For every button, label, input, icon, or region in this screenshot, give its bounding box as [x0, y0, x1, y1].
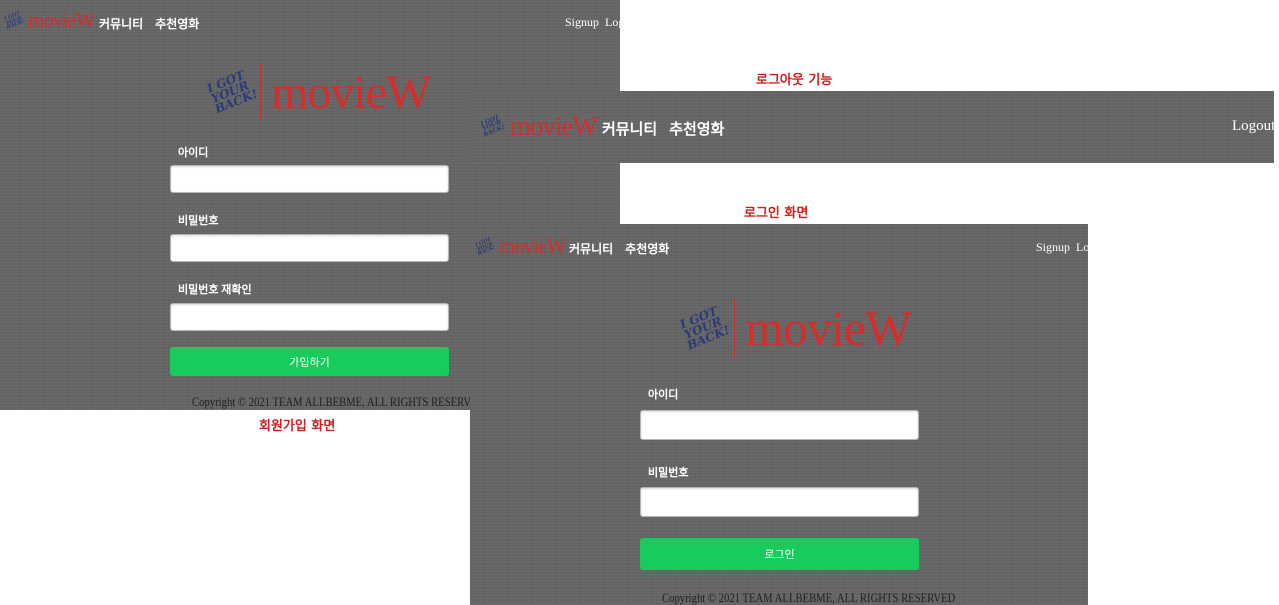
nav-menu: 커뮤니티 추천영화: [602, 118, 736, 139]
nav-auth-links: Signup Login: [565, 15, 620, 30]
hero-logo-signature: I GOT YOUR BACK!: [204, 67, 260, 116]
logo-text: movieW: [499, 234, 566, 258]
hero-logo-text: movieW: [271, 65, 431, 119]
id-label: 아이디: [178, 147, 209, 159]
hero-logo-signature: I GOT YOUR BACK!: [677, 303, 732, 352]
signup-button[interactable]: 가입하기: [170, 347, 449, 376]
nav-recommended-link[interactable]: 추천영화: [625, 242, 669, 256]
logo-divider: [260, 64, 261, 120]
nav-community-link[interactable]: 커뮤니티: [99, 17, 143, 31]
nav-recommended-link[interactable]: 추천영화: [669, 122, 724, 138]
logo-signature: I GOT YOUR BACK!: [474, 236, 497, 257]
nav-signup-link[interactable]: Signup: [565, 15, 599, 29]
nav-login-link[interactable]: Login: [1076, 240, 1088, 254]
login-button[interactable]: 로그인: [640, 538, 919, 570]
logo-signature: I GOT YOUR BACK!: [479, 114, 506, 139]
nav-community-link[interactable]: 커뮤니티: [602, 122, 657, 138]
password-label: 비밀번호: [648, 467, 689, 479]
caption-login: 로그인 화면: [744, 206, 809, 221]
nav-signup-link[interactable]: Signup: [1036, 240, 1070, 254]
nav-logout-link[interactable]: Logout: [1232, 118, 1274, 135]
password-input[interactable]: [170, 234, 449, 262]
nav-menu: 커뮤니티 추천영화: [99, 15, 211, 32]
caption-signup: 회원가입 화면: [259, 419, 336, 434]
id-input[interactable]: [170, 165, 449, 193]
logo-text: movieW: [28, 8, 95, 32]
logo-text: movieW: [510, 111, 598, 141]
nav-community-link[interactable]: 커뮤니티: [569, 242, 613, 256]
password-input[interactable]: [640, 487, 919, 517]
caption-logout: 로그아웃 기능: [756, 73, 833, 88]
password-confirm-label: 비밀번호 재확인: [178, 284, 252, 296]
nav-logo[interactable]: I GOT YOUR BACK! movieW: [474, 234, 566, 259]
logo-divider: [734, 299, 735, 357]
nav-auth-links: Signup Login: [1036, 240, 1088, 255]
login-screen: I GOT YOUR BACK! movieW 커뮤니티 추천영화 Signup L…: [470, 224, 1088, 605]
id-input[interactable]: [640, 410, 919, 440]
hero-logo: I GOT YOUR BACK! movieW: [205, 64, 431, 120]
logo-signature: I GOT YOUR BACK!: [3, 10, 26, 31]
hero-logo: I GOT YOUR BACK! movieW: [678, 299, 912, 357]
copyright-text: Copyright © 2021 TEAM ALLBEBME, ALL RIGH…: [662, 590, 956, 605]
nav-logo[interactable]: I GOT YOUR BACK! movieW: [3, 8, 95, 33]
password-confirm-input[interactable]: [170, 303, 449, 331]
copyright-text: Copyright © 2021 TEAM ALLBEBME, ALL RIGH…: [192, 394, 486, 409]
hero-logo-text: movieW: [745, 300, 912, 356]
logout-navbar-screen: I GOT YOUR BACK! movieW 커뮤니티 추천영화 Logout: [470, 91, 1274, 163]
nav-logo[interactable]: I GOT YOUR BACK! movieW: [479, 111, 598, 142]
password-label: 비밀번호: [178, 215, 219, 227]
nav-recommended-link[interactable]: 추천영화: [155, 17, 199, 31]
nav-login-link[interactable]: Login: [605, 15, 620, 29]
id-label: 아이디: [648, 389, 679, 401]
nav-menu: 커뮤니티 추천영화: [569, 240, 681, 257]
